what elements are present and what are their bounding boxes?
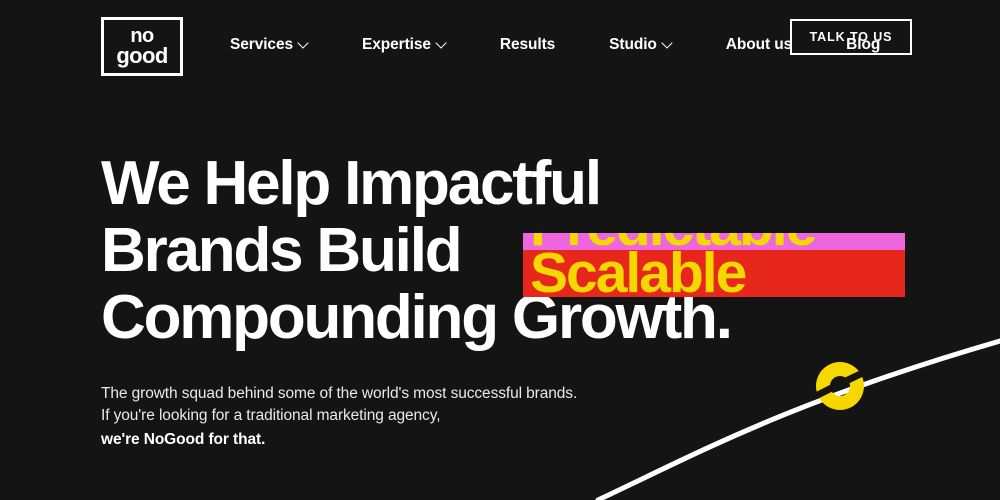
hero-subcopy: The growth squad behind some of the worl… bbox=[101, 383, 577, 451]
growth-curve-line bbox=[595, 338, 1000, 500]
chevron-down-icon bbox=[663, 39, 672, 48]
chevron-down-icon bbox=[437, 39, 446, 48]
rotating-word-incoming: Scalable bbox=[523, 245, 905, 297]
chevron-down-icon bbox=[299, 39, 308, 48]
hero-page: no good Services Expertise Results Studi… bbox=[0, 0, 1000, 500]
nav-label-expertise: Expertise bbox=[361, 36, 431, 53]
talk-to-us-button[interactable]: TALK TO US bbox=[790, 19, 912, 55]
subcopy-line-2: If you're looking for a traditional mark… bbox=[101, 407, 441, 424]
nav-item-services[interactable]: Services bbox=[230, 36, 335, 54]
nav-label-about-us: About us bbox=[725, 36, 793, 53]
nav-label-studio: Studio bbox=[609, 36, 657, 53]
rotating-word-incoming-text: Scalable bbox=[530, 241, 747, 298]
nav-label-services: Services bbox=[230, 36, 293, 53]
growth-node-ring-icon bbox=[816, 362, 864, 410]
rotating-word-block: Predictable Scalable bbox=[523, 233, 905, 297]
nav-label-results: Results bbox=[499, 36, 556, 53]
nav-item-studio[interactable]: Studio bbox=[582, 36, 699, 54]
hero-section: We Help Impactful Brands Build Compoundi… bbox=[101, 149, 905, 351]
nav-item-expertise[interactable]: Expertise bbox=[335, 36, 473, 54]
site-header: no good Services Expertise Results Studi… bbox=[0, 0, 1000, 90]
nav-item-results[interactable]: Results bbox=[473, 36, 582, 54]
headline-line-1: We Help Impactful bbox=[101, 149, 602, 218]
subcopy-line-3: we're NoGood for that. bbox=[101, 431, 266, 448]
logo[interactable]: no good bbox=[101, 17, 183, 76]
subcopy-line-1: The growth squad behind some of the worl… bbox=[101, 385, 578, 402]
logo-line-2: good bbox=[116, 43, 168, 69]
